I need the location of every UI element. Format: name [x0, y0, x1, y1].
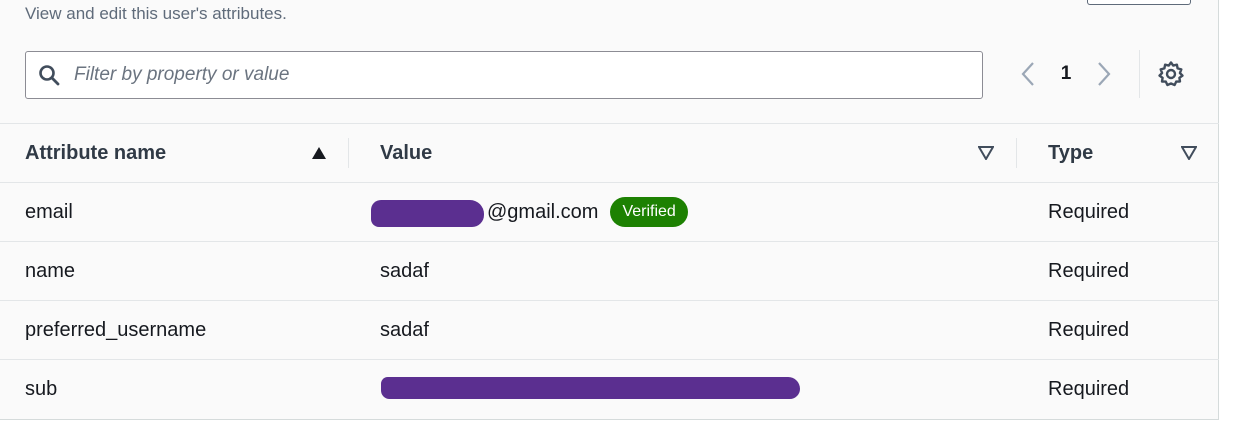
attribute-type-cell: Required	[1048, 318, 1130, 341]
attribute-value-cell: sadaf	[380, 259, 429, 282]
gear-icon[interactable]	[1157, 60, 1185, 88]
attribute-name-cell: name	[25, 259, 76, 282]
attribute-type-cell: Required	[1048, 200, 1130, 223]
email-value-text: @gmail.com	[487, 200, 599, 223]
current-page-number[interactable]: 1	[1041, 63, 1091, 85]
column-header-value[interactable]: Value	[380, 124, 432, 182]
sort-icon[interactable]	[1181, 124, 1197, 182]
edit-button[interactable]	[1087, 0, 1191, 5]
panel-description: View and edit this user's attributes.	[25, 4, 287, 23]
attribute-name-cell: email	[25, 200, 73, 223]
table-row[interactable]: email @gmail.com Verified Required	[0, 182, 1219, 241]
redaction-mark	[371, 200, 484, 227]
attribute-type-cell: Required	[1048, 377, 1130, 400]
next-page-button[interactable]	[1091, 58, 1117, 90]
previous-page-button[interactable]	[1015, 58, 1041, 90]
filter-input[interactable]	[74, 64, 934, 86]
table-row[interactable]: name sadaf Required	[0, 241, 1219, 300]
search-icon	[39, 65, 60, 86]
attribute-value-cell: sadaf	[380, 318, 429, 341]
divider	[1139, 50, 1140, 98]
attribute-name-cell: sub	[25, 377, 58, 400]
sort-icon[interactable]	[978, 124, 994, 182]
sort-ascending-icon[interactable]	[311, 124, 327, 182]
chevron-left-icon	[1021, 62, 1034, 86]
column-resizer[interactable]	[1016, 138, 1017, 168]
user-attributes-panel: View and edit this user's attributes. 1	[0, 0, 1219, 420]
column-header-type[interactable]: Type	[1048, 124, 1093, 182]
table-row[interactable]: preferred_username sadaf Required	[0, 300, 1219, 359]
pagination: 1	[1015, 58, 1117, 90]
attribute-name-cell: preferred_username	[25, 318, 207, 341]
table-header-row: Attribute name Value Type	[0, 123, 1219, 182]
column-header-attribute-name[interactable]: Attribute name	[25, 124, 166, 182]
verified-badge: Verified	[610, 197, 688, 227]
column-resizer[interactable]	[348, 138, 349, 168]
redaction-mark	[381, 377, 800, 399]
filter-field[interactable]	[25, 51, 983, 99]
attributes-table: Attribute name Value Type email @gmail.c…	[0, 123, 1219, 418]
chevron-right-icon	[1098, 62, 1111, 86]
attribute-type-cell: Required	[1048, 259, 1130, 282]
